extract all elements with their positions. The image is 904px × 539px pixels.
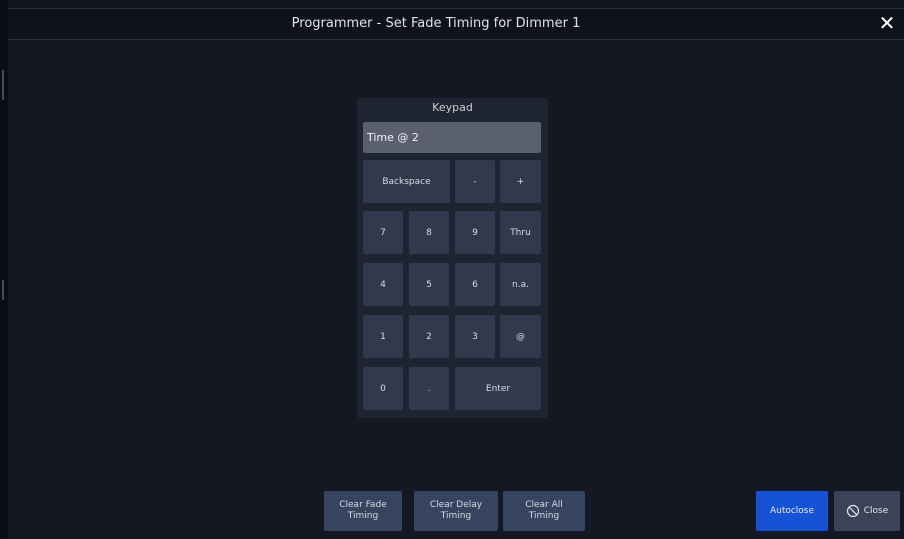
key-dot[interactable]: . bbox=[409, 367, 449, 410]
key-backspace[interactable]: Backspace bbox=[363, 160, 450, 203]
clear-fade-timing-button[interactable]: Clear Fade Timing bbox=[324, 491, 402, 531]
key-minus[interactable]: - bbox=[455, 160, 495, 203]
edge-accent bbox=[2, 280, 4, 300]
dialog-title: Programmer - Set Fade Timing for Dimmer … bbox=[291, 16, 581, 31]
clear-delay-timing-button[interactable]: Clear Delay Timing bbox=[414, 491, 498, 531]
key-thru[interactable]: Thru bbox=[500, 211, 541, 254]
key-5[interactable]: 5 bbox=[409, 263, 449, 306]
keypad-panel: Keypad Time @ 2 Backspace - + 7 8 9 Thru… bbox=[357, 98, 548, 418]
key-at[interactable]: @ bbox=[500, 315, 541, 358]
key-0[interactable]: 0 bbox=[363, 367, 403, 410]
button-label-line: Clear All bbox=[525, 500, 563, 510]
button-label-line: Timing bbox=[440, 511, 472, 521]
command-line-display[interactable]: Time @ 2 bbox=[363, 122, 541, 153]
button-label-line: Clear Delay bbox=[429, 500, 483, 510]
key-na[interactable]: n.a. bbox=[500, 263, 541, 306]
close-button-label: Close bbox=[863, 506, 889, 516]
autoclose-toggle[interactable]: Autoclose bbox=[756, 491, 828, 531]
key-7[interactable]: 7 bbox=[363, 211, 403, 254]
clear-all-timing-button[interactable]: Clear All Timing bbox=[503, 491, 585, 531]
edge-accent bbox=[2, 70, 4, 100]
button-label-line: Clear Fade bbox=[339, 500, 387, 510]
key-2[interactable]: 2 bbox=[409, 315, 449, 358]
close-button[interactable]: Close bbox=[834, 491, 900, 531]
button-label-line: Timing bbox=[347, 511, 379, 521]
key-plus[interactable]: + bbox=[500, 160, 541, 203]
key-9[interactable]: 9 bbox=[455, 211, 495, 254]
key-8[interactable]: 8 bbox=[409, 211, 449, 254]
key-1[interactable]: 1 bbox=[363, 315, 403, 358]
close-icon[interactable]: ✕ bbox=[876, 12, 898, 34]
key-enter[interactable]: Enter bbox=[455, 367, 541, 410]
left-edge-strip bbox=[0, 0, 8, 538]
key-6[interactable]: 6 bbox=[455, 263, 495, 306]
key-4[interactable]: 4 bbox=[363, 263, 403, 306]
button-label-line: Timing bbox=[528, 511, 560, 521]
key-3[interactable]: 3 bbox=[455, 315, 495, 358]
ban-icon bbox=[846, 504, 859, 518]
title-bar: Programmer - Set Fade Timing for Dimmer … bbox=[8, 9, 904, 40]
keypad-title: Keypad bbox=[432, 101, 473, 114]
